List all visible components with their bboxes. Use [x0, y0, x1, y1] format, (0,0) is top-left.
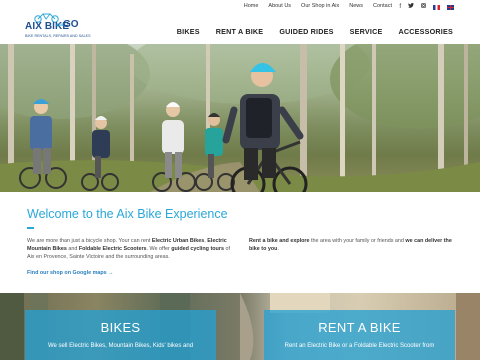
fr-flag-icon[interactable]	[433, 4, 440, 10]
text-fragment: .	[277, 246, 279, 252]
utility-link-shop[interactable]: Our Shop in Aix	[301, 3, 339, 9]
top-utility-bar: Home About Us Our Shop in Aix News Conta…	[0, 0, 480, 14]
text-emphasis: Foldable Electric Scooters	[78, 246, 147, 252]
logo-go: GO	[63, 19, 79, 30]
text-fragment: the area with your family or friends and	[309, 238, 406, 244]
rent-tile-title: RENT A BIKE	[318, 320, 401, 335]
rent-a-bike-tile[interactable]: RENT A BIKE Rent an Electric Bike or a F…	[264, 310, 455, 360]
text-fragment: and	[66, 246, 79, 252]
rent-tile-description: Rent an Electric Bike or a Foldable Elec…	[284, 343, 435, 349]
promo-tiles: BIKES We sell Electric Bikes, Mountain B…	[0, 293, 480, 360]
twitter-icon[interactable]	[408, 3, 414, 10]
text-emphasis: guided cycling tours	[171, 246, 224, 252]
text-fragment: . We offer	[146, 246, 172, 252]
nav-rent-a-bike[interactable]: RENT A BIKE	[216, 27, 264, 36]
bikes-tile-description: We sell Electric Bikes, Mountain Bikes, …	[47, 343, 194, 349]
utility-link-contact[interactable]: Contact	[373, 3, 392, 9]
forest-ride-illustration	[0, 44, 480, 192]
instagram-icon[interactable]	[421, 3, 426, 10]
social-links: f	[399, 3, 454, 10]
bikes-tile-title: BIKES	[100, 320, 141, 335]
facebook-icon[interactable]: f	[399, 4, 401, 10]
text-emphasis: Rent a bike and explore	[249, 238, 310, 244]
text-emphasis: Electric Urban Bikes	[151, 238, 205, 244]
welcome-text-right: Rent a bike and explore the area with yo…	[249, 237, 457, 253]
site-logo[interactable]: AIX BIKE AND GO BIKE RENTALS, REPAIRS AN…	[25, 13, 90, 45]
text-fragment: We are more than just a bicycle shop. Yo…	[27, 238, 152, 244]
logo-tagline: BIKE RENTALS, REPAIRS AND SALES	[25, 34, 91, 38]
heading-underline	[27, 227, 34, 229]
utility-links: Home About Us Our Shop in Aix News Conta…	[244, 3, 392, 9]
utility-link-home[interactable]: Home	[244, 3, 259, 9]
main-nav: BIKES RENT A BIKE GUIDED RIDES SERVICE A…	[177, 27, 453, 36]
hero-image	[0, 44, 480, 192]
gb-flag-icon[interactable]	[447, 4, 454, 10]
google-maps-link[interactable]: Find our shop on Google maps →	[27, 270, 114, 276]
nav-accessories[interactable]: ACCESSORIES	[398, 27, 453, 36]
utility-link-news[interactable]: News	[349, 3, 363, 9]
nav-service[interactable]: SERVICE	[350, 27, 383, 36]
utility-link-about[interactable]: About Us	[268, 3, 291, 9]
welcome-heading: Welcome to the Aix Bike Experience	[27, 207, 228, 221]
welcome-text-left: We are more than just a bicycle shop. Yo…	[27, 237, 232, 261]
bikes-tile[interactable]: BIKES We sell Electric Bikes, Mountain B…	[25, 310, 216, 360]
nav-bikes[interactable]: BIKES	[177, 27, 200, 36]
nav-guided-rides[interactable]: GUIDED RIDES	[279, 27, 333, 36]
